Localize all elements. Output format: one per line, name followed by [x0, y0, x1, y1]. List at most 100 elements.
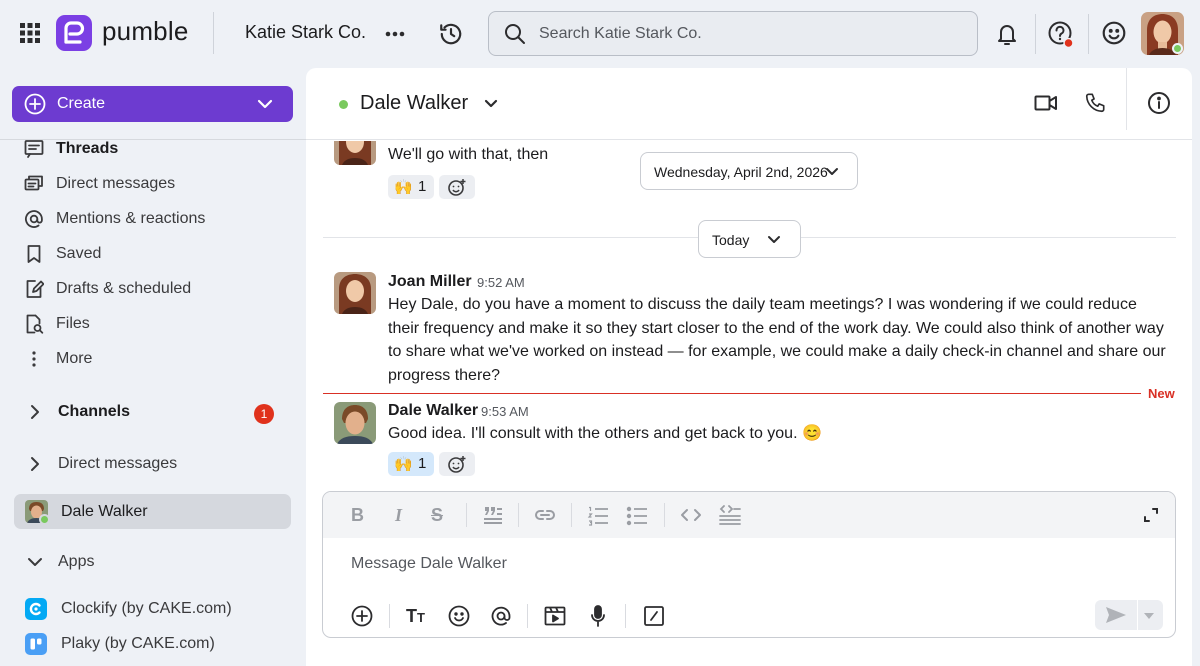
- message-text: Good idea. I'll consult with the others …: [388, 425, 822, 442]
- presence-dot: [39, 514, 50, 525]
- new-messages-line: [323, 393, 1141, 394]
- phone-icon[interactable]: [1084, 92, 1106, 114]
- quote-icon[interactable]: [483, 506, 503, 524]
- code-block-icon[interactable]: [719, 504, 741, 526]
- brand-name: pumble: [102, 16, 189, 46]
- sidebar-item-drafts[interactable]: Drafts & scheduled: [22, 275, 292, 305]
- conversation-title[interactable]: Dale Walker: [360, 92, 468, 115]
- sidebar-item-label: Mentions & reactions: [56, 210, 206, 227]
- message-time: 9:53 AM: [481, 404, 529, 419]
- reaction-chip[interactable]: 🙌 1: [388, 175, 434, 199]
- bold-icon[interactable]: B: [351, 505, 364, 526]
- scrollbar[interactable]: [1192, 68, 1200, 666]
- message-composer: B I S Message Dale Walker TT: [322, 491, 1176, 638]
- create-button[interactable]: Create: [12, 86, 293, 122]
- emoji-status-icon[interactable]: [1101, 20, 1127, 46]
- presence-dot: [1172, 43, 1183, 54]
- italic-icon[interactable]: I: [395, 505, 402, 526]
- sidebar-item-label: Files: [56, 315, 90, 332]
- divider: [664, 503, 665, 527]
- add-reaction-button[interactable]: [439, 175, 475, 199]
- more-horizontal-icon[interactable]: [385, 31, 405, 37]
- strikethrough-icon[interactable]: S: [431, 505, 443, 526]
- sidebar-item-label: Saved: [56, 245, 102, 262]
- message-time: 9:52 AM: [477, 275, 525, 290]
- today-label: Today: [712, 232, 750, 248]
- search-input[interactable]: Search Katie Stark Co.: [488, 11, 978, 56]
- divider: [389, 604, 390, 628]
- send-icon: [1105, 606, 1127, 624]
- expand-icon[interactable]: [1143, 507, 1159, 523]
- video-clip-icon[interactable]: [544, 605, 566, 627]
- sidebar-section-direct-messages[interactable]: Direct messages: [22, 450, 292, 480]
- dm-section-label: Direct messages: [58, 455, 178, 472]
- sidebar-item-more[interactable]: More: [22, 345, 292, 375]
- mention-icon[interactable]: [490, 605, 512, 627]
- mention-icon: [24, 209, 44, 229]
- sidebar-app-clockify[interactable]: Clockify (by CAKE.com): [22, 595, 292, 625]
- bullet-list-icon[interactable]: [626, 506, 648, 526]
- sidebar: Create Threads Direct messages Mentions …: [0, 68, 306, 666]
- message-text: Hey Dale, do you have a moment to discus…: [388, 296, 1166, 384]
- plus-circle-icon: [24, 93, 46, 115]
- message-list: We'll go with that, then 🙌 1 Wednesday, …: [306, 141, 1192, 486]
- bell-icon[interactable]: [995, 21, 1019, 47]
- avatar: [334, 141, 376, 165]
- avatar[interactable]: [334, 272, 376, 314]
- divider: [1035, 14, 1036, 54]
- chevron-down-icon: [257, 98, 273, 110]
- microphone-icon[interactable]: [589, 604, 607, 628]
- avatar[interactable]: [334, 402, 376, 444]
- link-icon[interactable]: [534, 507, 556, 523]
- emoji-icon[interactable]: [448, 605, 470, 627]
- chevron-down-icon[interactable]: [1143, 612, 1155, 620]
- presence-dot: [339, 100, 348, 109]
- info-icon[interactable]: [1147, 91, 1171, 115]
- conversation-pane: Dale Walker We'll go with that, then 🙌 1: [306, 68, 1192, 666]
- sidebar-item-mentions[interactable]: Mentions & reactions: [22, 205, 292, 235]
- sidebar-item-threads[interactable]: Threads: [22, 135, 292, 165]
- history-icon[interactable]: [438, 21, 464, 47]
- draft-icon: [24, 279, 44, 299]
- sidebar-item-label: More: [56, 350, 93, 367]
- sidebar-item-saved[interactable]: Saved: [22, 240, 292, 270]
- chevron-down-icon[interactable]: [484, 99, 498, 109]
- sidebar-item-dale-walker[interactable]: Dale Walker: [14, 494, 291, 529]
- slash-command-icon[interactable]: [643, 605, 665, 627]
- message-author[interactable]: Joan Miller: [388, 273, 472, 291]
- message-author[interactable]: Dale Walker: [388, 402, 478, 420]
- send-button[interactable]: [1095, 600, 1163, 630]
- workspace-name[interactable]: Katie Stark Co.: [245, 22, 366, 43]
- sidebar-item-label: Drafts & scheduled: [56, 280, 192, 297]
- ordered-list-icon[interactable]: [587, 506, 609, 526]
- video-call-icon[interactable]: [1034, 93, 1058, 113]
- divider: [466, 503, 467, 527]
- user-avatar[interactable]: [1141, 12, 1184, 55]
- divider: [527, 604, 528, 628]
- create-label: Create: [57, 95, 106, 112]
- add-reaction-button[interactable]: [439, 452, 475, 476]
- today-divider-button[interactable]: Today: [698, 220, 801, 258]
- reaction-emoji: 🙌: [394, 456, 413, 473]
- reaction-chip[interactable]: 🙌 1: [388, 452, 434, 476]
- sidebar-app-plaky[interactable]: Plaky (by CAKE.com): [22, 630, 292, 660]
- sidebar-item-label: Threads: [56, 140, 119, 157]
- plus-circle-icon[interactable]: [351, 605, 373, 627]
- divider: [518, 503, 519, 527]
- date-jump-button[interactable]: Wednesday, April 2nd, 2026: [640, 152, 858, 190]
- sidebar-section-channels[interactable]: Channels: [22, 398, 292, 428]
- sidebar-item-direct-messages[interactable]: Direct messages: [22, 170, 292, 200]
- sidebar-item-files[interactable]: Files: [22, 310, 292, 340]
- sidebar-section-apps[interactable]: Apps: [22, 548, 292, 578]
- code-icon[interactable]: [680, 508, 702, 522]
- help-icon[interactable]: [1047, 20, 1075, 48]
- divider: [625, 604, 626, 628]
- app-grid-icon[interactable]: [20, 23, 40, 43]
- chevron-down-icon: [825, 167, 839, 177]
- reaction-emoji: 🙌: [394, 179, 413, 196]
- divider: [571, 503, 572, 527]
- message-text: We'll go with that, then: [388, 146, 549, 163]
- message-input[interactable]: Message Dale Walker: [351, 555, 507, 573]
- text-format-icon[interactable]: TT: [406, 606, 425, 627]
- reaction-count: 1: [418, 455, 427, 472]
